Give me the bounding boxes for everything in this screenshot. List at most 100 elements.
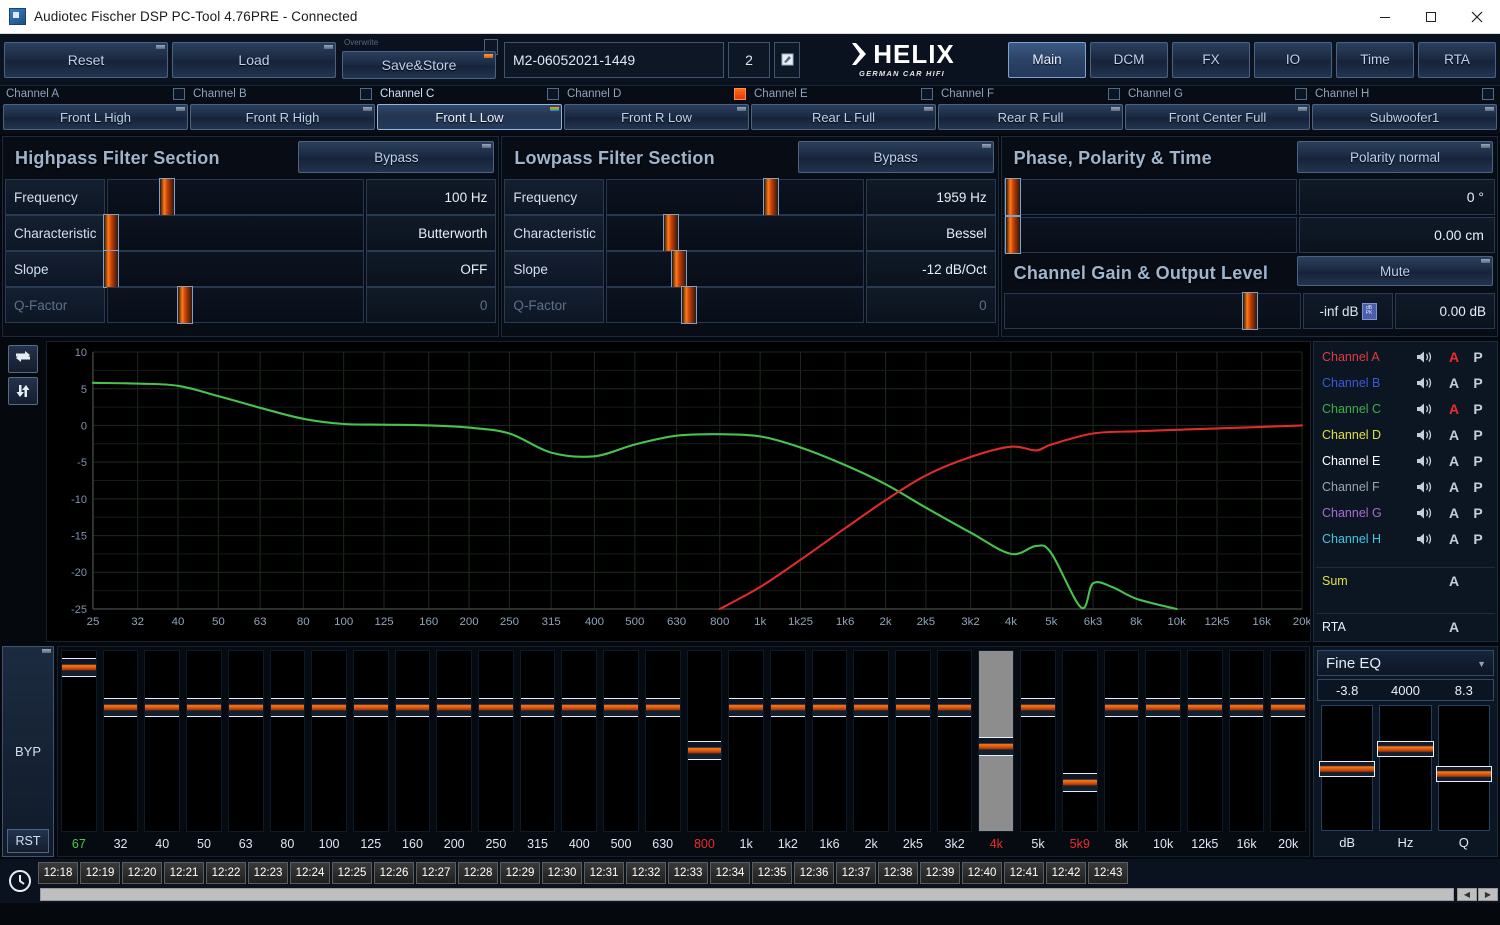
eq-band-thumb[interactable] [61,658,96,678]
eq-band-track[interactable] [394,650,431,832]
eq-band-2k5[interactable]: 2k5 [892,647,934,856]
eq-band-track[interactable] [478,650,514,832]
eq-band-1k[interactable]: 1k [725,647,767,856]
channel-list-p-toggle[interactable]: P [1467,505,1489,521]
eq-band-track[interactable] [102,650,139,832]
tab-dcm[interactable]: DCM [1090,41,1168,78]
db-meter-icon[interactable]: dB PK [1361,302,1377,320]
timeline-entry[interactable]: 12:42 [1046,862,1086,884]
phase-slider-thumb[interactable] [1004,178,1021,216]
timeline-entry[interactable]: 12:28 [458,862,498,884]
highpass-slider-thumb[interactable] [158,178,175,216]
eq-band-thumb[interactable] [854,697,889,717]
eq-band-thumb[interactable] [729,697,763,717]
tab-time[interactable]: Time [1336,41,1414,78]
fine-eq-db-slider[interactable] [1319,705,1376,831]
fine-eq-hz-thumb[interactable] [1377,740,1434,757]
load-button[interactable]: Load [172,41,336,78]
channel-checkbox[interactable] [360,88,372,100]
reset-button[interactable]: Reset [4,41,168,78]
channel-checkbox[interactable] [734,88,746,100]
channel-list-p-toggle[interactable]: P [1467,349,1489,365]
chevron-down-icon[interactable]: ▼ [1477,659,1486,669]
timeline-entry[interactable]: 12:29 [500,862,540,884]
eq-band-thumb[interactable] [562,697,597,717]
eq-band-40[interactable]: 40 [141,647,183,856]
fine-eq-db-value[interactable]: -3.8 [1318,680,1376,700]
channel-list-name[interactable]: Channel E [1322,454,1407,468]
highpass-slider-thumb[interactable] [102,250,119,288]
channel-select-button[interactable]: Front L Low [377,104,562,130]
eq-band-thumb[interactable] [270,697,305,717]
eq-band-track[interactable] [269,650,306,832]
eq-band-track[interactable] [61,650,97,832]
channel-list-p-toggle[interactable]: P [1467,531,1489,547]
timeline-entry[interactable]: 12:22 [206,862,246,884]
eq-reset-button[interactable]: RST [7,829,49,853]
eq-band-track[interactable] [1145,650,1181,832]
eq-band-thumb[interactable] [812,697,847,717]
minimize-button[interactable] [1362,0,1408,34]
channel-select-button[interactable]: Front R Low [564,104,749,130]
timeline-entry[interactable]: 12:21 [164,862,204,884]
speaker-icon[interactable] [1407,506,1441,520]
eq-band-thumb[interactable] [1062,773,1097,793]
channel-list-a-toggle[interactable]: A [1441,479,1467,495]
channel-list-name[interactable]: Channel B [1322,376,1407,390]
timeline-entry[interactable]: 12:32 [626,862,666,884]
fine-eq-hz-value[interactable]: 4000 [1376,680,1434,700]
close-button[interactable] [1454,0,1500,34]
channel-select-button[interactable]: Rear L Full [751,104,936,130]
eq-band-125[interactable]: 125 [350,647,392,856]
eq-band-track[interactable] [769,650,806,832]
channel-list-p-toggle[interactable]: P [1467,453,1489,469]
eq-band-thumb[interactable] [437,697,472,717]
eq-band-thumb[interactable] [770,697,805,717]
eq-band-2k[interactable]: 2k [850,647,892,856]
eq-band-800[interactable]: 800 [684,647,726,856]
channel-list-a-toggle[interactable]: A [1441,375,1467,391]
eq-band-3k2[interactable]: 3k2 [934,647,976,856]
highpass-slider[interactable] [102,214,365,252]
timeline-entry[interactable]: 12:23 [248,862,288,884]
eq-band-63[interactable]: 63 [225,647,267,856]
channel-list-name[interactable]: Channel F [1322,480,1407,494]
eq-band-track[interactable] [895,650,931,832]
tab-io[interactable]: IO [1254,41,1332,78]
channel-list-name[interactable]: Channel G [1322,506,1407,520]
fine-eq-q-thumb[interactable] [1435,765,1492,782]
eq-band-track[interactable] [1103,650,1140,832]
eq-band-track[interactable] [227,650,264,832]
timeline-entry[interactable]: 12:36 [794,862,834,884]
channel-list-a-toggle[interactable]: A [1441,427,1467,443]
vertical-zoom-icon[interactable] [8,377,38,405]
preset-number-field[interactable]: 2 [728,41,770,78]
sum-a-toggle[interactable]: A [1441,573,1467,589]
timeline-entry[interactable]: 12:25 [332,862,372,884]
speaker-icon[interactable] [1407,532,1441,546]
eq-band-1k2[interactable]: 1k2 [767,647,809,856]
channel-select-button[interactable]: Rear R Full [938,104,1123,130]
channel-list-p-toggle[interactable]: P [1467,479,1489,495]
frequency-response-graph[interactable]: 10 5 0 -5 -10 -15 -20 -25 25 32 40 50 63 80 100 125 160 2… [46,341,1311,642]
eq-band-thumb[interactable] [687,741,722,760]
eq-band-250[interactable]: 250 [475,647,517,856]
eq-band-50[interactable]: 50 [183,647,225,856]
eq-band-5k[interactable]: 5k [1017,647,1059,856]
timeline-entry[interactable]: 12:40 [962,862,1002,884]
timeline-scrollbar[interactable] [40,888,1454,901]
timeline-entry[interactable]: 12:38 [878,862,918,884]
eq-band-track[interactable] [144,650,181,832]
eq-band-track[interactable] [1186,650,1223,832]
timeline-entry[interactable]: 12:27 [416,862,456,884]
eq-band-track[interactable] [686,650,723,832]
channel-list-name[interactable]: Channel C [1322,402,1407,416]
timeline-entry[interactable]: 12:41 [1004,862,1044,884]
channel-list-name[interactable]: Channel D [1322,428,1407,442]
eq-band-thumb[interactable] [1271,697,1306,717]
rta-a-toggle[interactable]: A [1441,619,1467,635]
fine-eq-hz-slider[interactable] [1377,705,1434,831]
preset-edit-button[interactable] [774,41,800,78]
lowpass-slider[interactable] [606,214,864,252]
channel-list-p-toggle[interactable]: P [1467,401,1489,417]
